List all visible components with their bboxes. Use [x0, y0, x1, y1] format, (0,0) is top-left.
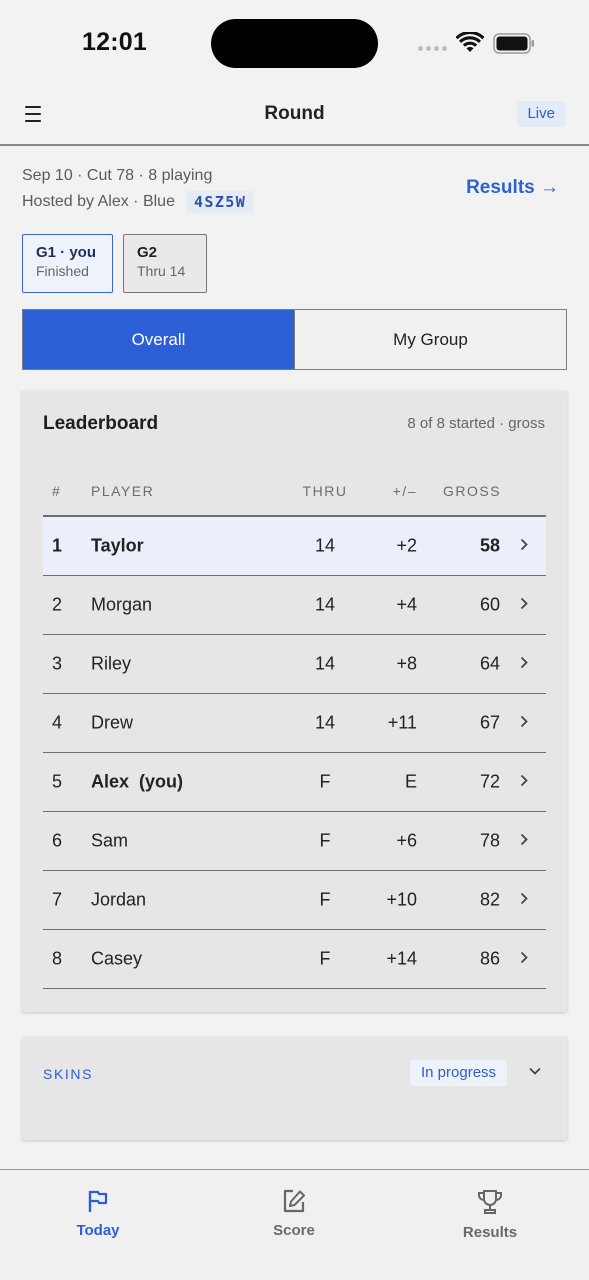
row-diff: +10 [386, 889, 417, 910]
live-badge: Live [517, 101, 565, 127]
table-row-you[interactable]: 5 Alex (you) F E 72 [43, 753, 546, 812]
my-group-tab[interactable]: My Group [294, 310, 566, 369]
row-diff: +4 [396, 594, 417, 615]
chevron-right-icon [519, 595, 529, 616]
page-title: Round [264, 103, 325, 124]
row-gross: 72 [479, 771, 500, 792]
flag-icon [88, 1190, 108, 1212]
round-code: 4SZ5W [185, 191, 255, 213]
table-header: # PLAYER THRU +/– GROSS [43, 467, 546, 517]
row-player: Alex (you) [91, 771, 184, 792]
skins-card[interactable]: SKINS In progress [22, 1037, 567, 1140]
table-row[interactable]: 7 Jordan F +10 82 [43, 871, 546, 930]
row-gross: 64 [479, 653, 500, 674]
row-diff: +11 [387, 712, 417, 733]
table-row[interactable]: 4 Drew 14 +11 67 [43, 694, 546, 753]
row-player: Sam [91, 830, 129, 851]
overall-tab[interactable]: Overall [23, 310, 294, 369]
row-rank: 5 [52, 771, 63, 792]
row-player: Taylor [91, 535, 144, 556]
skins-status-badge: In progress [410, 1060, 508, 1086]
round-summary: Sep 10 · Cut 78 · 8 playing [22, 167, 213, 184]
group-chip-g2[interactable]: G2 Thru 14 [123, 234, 207, 293]
view-toggle: Overall My Group [22, 309, 567, 370]
row-rank: 1 [52, 535, 63, 556]
row-gross: 82 [479, 889, 500, 910]
group-chip-status: Finished [36, 263, 89, 279]
skins-label: SKINS [43, 1066, 94, 1082]
row-diff: +14 [386, 948, 417, 969]
table-row[interactable]: 8 Casey F +14 86 [43, 930, 546, 989]
row-gross: 86 [479, 948, 500, 969]
leaderboard-meta: 8 of 8 started · gross [407, 415, 545, 432]
row-diff: E [404, 771, 417, 792]
chevron-right-icon [519, 536, 529, 557]
row-player: Drew [91, 712, 134, 733]
chevron-down-icon[interactable] [527, 1065, 543, 1077]
chevron-right-icon [519, 949, 529, 970]
nav-label: Results [462, 1224, 518, 1241]
row-player: Casey [91, 948, 143, 969]
leaderboard-card: Leaderboard 8 of 8 started · gross # PLA… [22, 391, 567, 1012]
status-bar: 12:01 [0, 0, 589, 88]
row-rank: 8 [52, 948, 63, 969]
row-rank: 7 [52, 889, 63, 910]
chevron-right-icon [519, 713, 529, 734]
row-gross: 58 [479, 535, 500, 556]
nav-label: Score [273, 1222, 315, 1239]
row-rank: 6 [52, 830, 63, 851]
bottom-nav: Today Score Results [0, 1169, 589, 1280]
group-chip-status: Thru 14 [137, 263, 186, 279]
app-header: Round Live [0, 88, 589, 146]
row-gross: 67 [479, 712, 500, 733]
chevron-right-icon [519, 654, 529, 675]
row-rank: 3 [52, 653, 63, 674]
dynamic-island [211, 19, 378, 68]
row-gross: 60 [479, 594, 500, 615]
round-host-line: Hosted by Alex · Blue 4SZ5W [22, 191, 255, 213]
row-rank: 2 [52, 594, 63, 615]
group-chip-g1[interactable]: G1 · you Finished [22, 234, 113, 293]
column-header-rank: # [52, 483, 62, 499]
nav-item-score[interactable]: Score [234, 1188, 354, 1239]
group-chip-title: G2 [137, 244, 158, 261]
edit-icon [283, 1189, 305, 1213]
chevron-right-icon [519, 890, 529, 911]
chevron-right-icon [519, 831, 529, 852]
status-time: 12:01 [82, 28, 147, 56]
group-chip-title: G1 · you [36, 244, 97, 261]
row-gross: 78 [479, 830, 500, 851]
wifi-icon [456, 32, 484, 52]
row-diff: +2 [396, 535, 417, 556]
row-player: Riley [91, 653, 132, 674]
nav-item-today[interactable]: Today [38, 1188, 158, 1239]
leaderboard-title: Leaderboard [43, 413, 159, 434]
table-row[interactable]: 2 Morgan 14 +4 60 [43, 576, 546, 635]
trophy-icon [478, 1190, 502, 1214]
cellular-signal-icon [418, 46, 447, 51]
row-diff: +8 [396, 653, 417, 674]
nav-item-results[interactable]: Results [430, 1188, 550, 1241]
table-row[interactable]: 1 Taylor 14 +2 58 [43, 517, 546, 576]
row-player: Jordan [91, 889, 147, 910]
round-host: Hosted by Alex · Blue [22, 193, 175, 210]
column-header-diff: +/– [392, 483, 417, 499]
results-link[interactable]: Results → [466, 177, 559, 199]
column-header-player: PLAYER [91, 483, 155, 499]
row-diff: +6 [396, 830, 417, 851]
nav-label: Today [76, 1222, 120, 1239]
table-row[interactable]: 3 Riley 14 +8 64 [43, 635, 546, 694]
chevron-right-icon [519, 772, 529, 793]
battery-icon [493, 33, 534, 54]
leaderboard-table: # PLAYER THRU +/– GROSS 1 Taylor 14 +2 5… [43, 467, 546, 989]
column-header-gross: GROSS [443, 483, 502, 499]
round-meta: Sep 10 · Cut 78 · 8 playing Hosted by Al… [22, 164, 567, 216]
table-row[interactable]: 6 Sam F +6 78 [43, 812, 546, 871]
row-player: Morgan [91, 594, 153, 615]
row-rank: 4 [52, 712, 63, 733]
